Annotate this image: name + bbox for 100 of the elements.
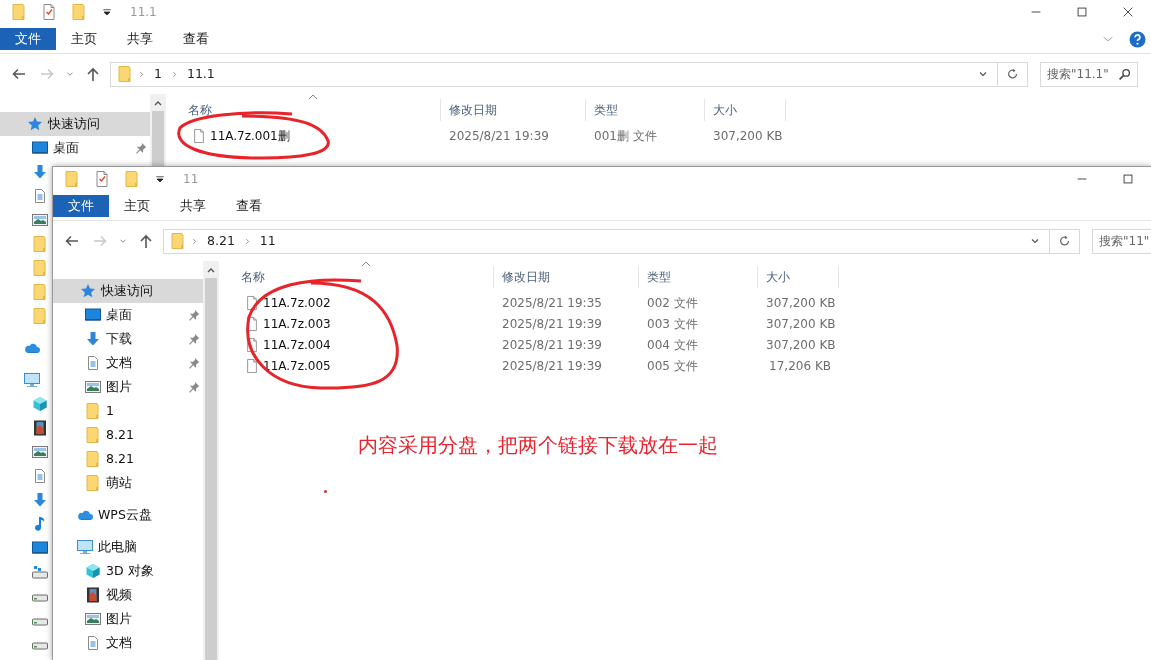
download-icon bbox=[85, 331, 101, 347]
folder-icon bbox=[64, 171, 80, 187]
ribbon-tab[interactable]: 共享 bbox=[112, 28, 168, 50]
ribbon-tab[interactable]: 查看 bbox=[221, 195, 277, 217]
document-icon bbox=[32, 188, 48, 204]
sidebar-label: 快速访问 bbox=[48, 114, 100, 133]
sidebar-item[interactable]: 3D 对象 bbox=[53, 559, 203, 583]
column-header[interactable]: 修改日期 bbox=[494, 266, 639, 288]
breadcrumb-link[interactable]: 8.21 bbox=[203, 231, 239, 251]
desktop-icon bbox=[32, 140, 48, 156]
ribbon-tab[interactable]: 文件 bbox=[0, 28, 56, 50]
picture-icon bbox=[32, 444, 48, 460]
sidebar-item[interactable]: 快速访问 bbox=[0, 112, 150, 136]
sidebar-item[interactable]: 图片 bbox=[53, 375, 203, 399]
breadcrumb-link[interactable]: 11.1 bbox=[182, 64, 219, 84]
file-type: 005 文件 bbox=[647, 358, 698, 373]
file-icon bbox=[245, 336, 259, 353]
sidebar-label: 视频 bbox=[106, 585, 132, 604]
ribbon-tab[interactable]: 查看 bbox=[168, 28, 224, 50]
ribbon-tab[interactable]: 主页 bbox=[109, 195, 165, 217]
document-icon bbox=[85, 635, 101, 651]
column-header[interactable]: 大小 bbox=[705, 99, 786, 121]
column-header[interactable]: 修改日期 bbox=[441, 99, 586, 121]
scrollbar-thumb[interactable] bbox=[152, 111, 164, 166]
file-date: 2025/8/21 19:39 bbox=[449, 128, 549, 143]
sidebar-item[interactable]: 此电脑 bbox=[53, 535, 203, 559]
sidebar-label: 图片 bbox=[106, 377, 132, 396]
address-bar[interactable]: 8.21 11 bbox=[163, 228, 1050, 254]
cube-icon bbox=[85, 563, 101, 579]
sidebar-label: 8.21 bbox=[106, 425, 134, 444]
sidebar-item[interactable]: 文档 bbox=[53, 351, 203, 375]
sidebar-label: 文档 bbox=[106, 633, 132, 652]
file-size: 307,200 KB bbox=[766, 316, 836, 331]
column-header[interactable]: 类型 bbox=[586, 99, 705, 121]
search-field[interactable]: 搜索"11.1" bbox=[1040, 61, 1138, 87]
help-icon bbox=[1129, 30, 1146, 48]
ribbon-tab[interactable]: 文件 bbox=[53, 195, 109, 217]
sidebar-label: 桌面 bbox=[106, 305, 132, 324]
chevron-right-icon bbox=[190, 236, 199, 246]
sort-caret-icon bbox=[308, 93, 318, 101]
file-type: 003 文件 bbox=[647, 316, 698, 331]
sidebar-item[interactable]: WPS云盘 bbox=[53, 503, 203, 527]
forward-arrow-icon bbox=[39, 66, 55, 82]
sidebar-item[interactable]: 8.21 bbox=[53, 423, 203, 447]
close-icon bbox=[1121, 5, 1135, 19]
sidebar-item[interactable]: 图片 bbox=[53, 607, 203, 631]
refresh-icon bbox=[1005, 67, 1020, 81]
column-header[interactable]: 类型 bbox=[639, 266, 758, 288]
file-name: 11A.7z.003 bbox=[263, 315, 331, 333]
address-bar[interactable]: 1 11.1 bbox=[110, 61, 998, 87]
document-icon bbox=[32, 468, 48, 484]
sidebar-label: 萌站 bbox=[106, 473, 132, 492]
sidebar-item[interactable]: 视频 bbox=[53, 583, 203, 607]
computer-icon bbox=[24, 372, 40, 388]
film-icon bbox=[85, 587, 101, 603]
sidebar-item[interactable]: 1 bbox=[53, 399, 203, 423]
sort-caret-icon bbox=[361, 260, 371, 268]
sidebar-item[interactable]: 快速访问 bbox=[53, 279, 203, 303]
sidebar-item[interactable]: 文档 bbox=[53, 631, 203, 655]
file-row[interactable]: 11A.7z.004 2025/8/21 19:39 004 文件 307,200 KB bbox=[219, 334, 1151, 355]
picture-icon bbox=[85, 611, 101, 627]
folder-icon bbox=[32, 284, 48, 300]
sidebar-label: 3D 对象 bbox=[106, 561, 154, 580]
star-icon bbox=[27, 116, 43, 132]
file-row[interactable]: 11A.7z.003 2025/8/21 19:39 003 文件 307,200 KB bbox=[219, 313, 1151, 334]
ribbon-tab[interactable]: 主页 bbox=[56, 28, 112, 50]
scrollbar-thumb[interactable] bbox=[205, 278, 217, 660]
sidebar-label: 8.21 bbox=[106, 449, 134, 468]
document-icon bbox=[85, 355, 101, 371]
refresh-button[interactable] bbox=[1050, 228, 1080, 254]
file-icon bbox=[245, 357, 259, 374]
column-header[interactable]: 大小 bbox=[758, 266, 839, 288]
folder-icon bbox=[32, 260, 48, 276]
sidebar-item[interactable]: 下载 bbox=[53, 327, 203, 351]
sidebar-label: 桌面 bbox=[53, 138, 79, 157]
file-row[interactable]: 11A.7z.005 2025/8/21 19:39 005 文件 17,206 KB bbox=[219, 355, 1151, 376]
file-row[interactable]: 11A.7z.002 2025/8/21 19:35 002 文件 307,200 KB bbox=[219, 292, 1151, 313]
refresh-button[interactable] bbox=[998, 61, 1028, 87]
folder-icon bbox=[85, 427, 101, 443]
sidebar-item[interactable]: 8.21 bbox=[53, 447, 203, 471]
breadcrumb-link[interactable]: 1 bbox=[150, 64, 166, 84]
ribbon-tab[interactable]: 共享 bbox=[165, 195, 221, 217]
download-icon bbox=[32, 164, 48, 180]
annotation-dot bbox=[324, 490, 327, 493]
file-name: 11A.7z.001删 bbox=[210, 127, 290, 145]
scrollbar[interactable] bbox=[203, 261, 219, 660]
column-header[interactable]: 名称 bbox=[219, 266, 494, 288]
scrollbar[interactable] bbox=[150, 94, 166, 166]
search-field[interactable]: 搜索"11" bbox=[1092, 228, 1151, 254]
sidebar-item[interactable]: 萌站 bbox=[53, 471, 203, 495]
sidebar-label: WPS云盘 bbox=[98, 505, 152, 524]
window-title: 11.1 bbox=[130, 4, 157, 21]
folder-icon bbox=[85, 451, 101, 467]
sidebar-item[interactable]: 桌面 bbox=[53, 303, 203, 327]
sidebar-item[interactable]: 桌面 bbox=[0, 136, 150, 160]
file-row[interactable]: 11A.7z.001删 2025/8/21 19:39 001删 文件 307,200 KB bbox=[166, 125, 1151, 146]
breadcrumb-link[interactable]: 11 bbox=[255, 231, 280, 251]
column-header[interactable]: 名称 bbox=[166, 99, 441, 121]
file-type: 002 文件 bbox=[647, 295, 698, 310]
file-size: 307,200 KB bbox=[766, 295, 836, 310]
